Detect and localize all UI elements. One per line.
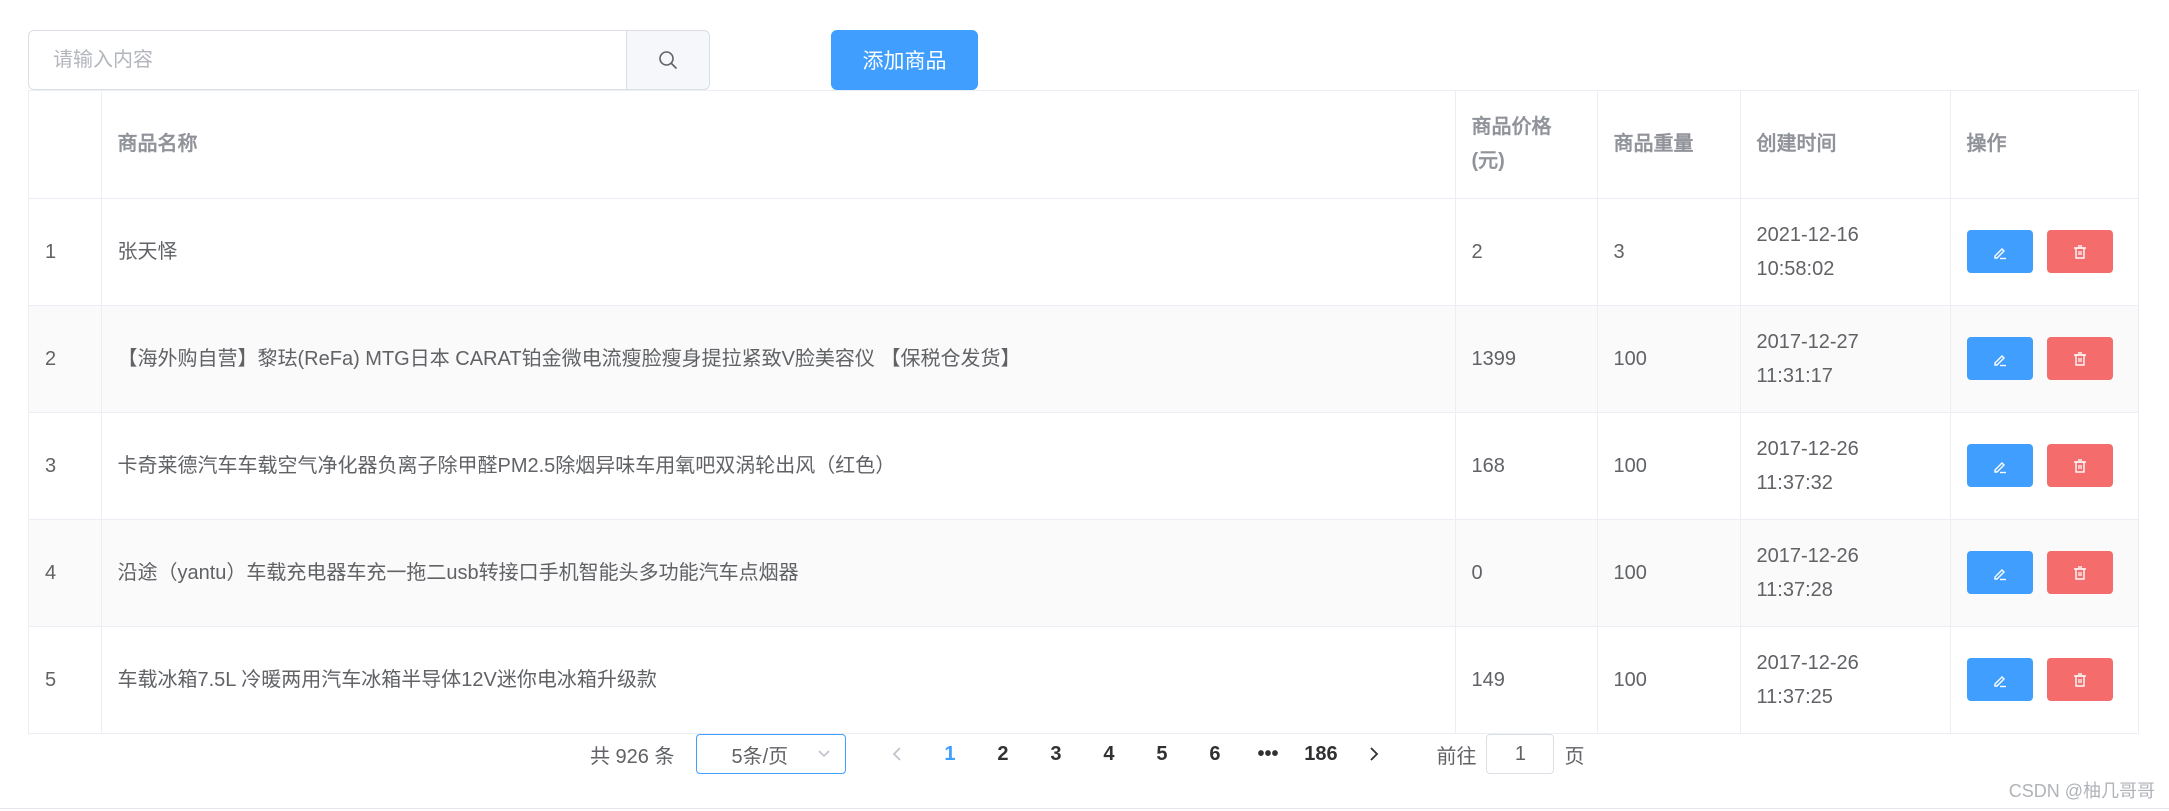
page-last[interactable]: 186 [1294, 734, 1347, 774]
chevron-left-icon [892, 747, 901, 761]
cell-operations [1950, 412, 2138, 520]
cell-operations [1950, 198, 2138, 306]
search-group [28, 30, 710, 90]
cell-weight: 3 [1597, 198, 1741, 306]
cell-created-time: 2017-12-27 11:31:17 [1740, 305, 1951, 413]
page-number[interactable]: 1 [923, 734, 976, 774]
delete-button[interactable] [2046, 658, 2113, 702]
cell-price: 0 [1455, 519, 1598, 627]
cell-index: 4 [29, 519, 102, 627]
trash-icon [2073, 458, 2086, 473]
cell-created-time: 2017-12-26 11:37:32 [1740, 412, 1951, 520]
cell-price: 1399 [1455, 305, 1598, 413]
cell-name: 车载冰箱7.5L 冷暖两用汽车冰箱半导体12V迷你电冰箱升级款 [101, 626, 1456, 733]
header-created-time: 创建时间 [1740, 91, 1951, 199]
pagination-ellipsis[interactable]: ••• [1241, 734, 1294, 774]
next-page-button[interactable] [1347, 734, 1400, 774]
cell-name: 卡奇莱德汽车车载空气净化器负离子除甲醛PM2.5除烟异味车用氧吧双涡轮出风（红色… [101, 412, 1456, 520]
page-number[interactable]: 3 [1029, 734, 1082, 774]
cell-price: 2 [1455, 198, 1598, 306]
page-number[interactable]: 2 [976, 734, 1029, 774]
trash-icon [2073, 565, 2086, 580]
pagination: 共 926 条 5条/页 123456 ••• 186 前往 页 [590, 733, 1584, 775]
pagination-total: 共 926 条 [590, 745, 675, 768]
header-weight: 商品重量 [1597, 91, 1741, 199]
header-price: 商品价格(元) [1455, 91, 1598, 199]
cell-operations [1950, 305, 2138, 413]
bottom-divider [0, 808, 2169, 809]
delete-button[interactable] [2046, 444, 2113, 487]
cell-created-time: 2017-12-26 11:37:25 [1740, 626, 1951, 733]
table-row: 4 沿途（yantu）车载充电器车充一拖二usb转接口手机智能头多功能汽车点烟器 0… [29, 519, 2138, 627]
edit-icon [1993, 675, 2006, 687]
edit-icon [1993, 354, 2006, 366]
delete-button[interactable] [2046, 337, 2113, 380]
header-index [29, 91, 102, 199]
edit-button[interactable] [1966, 658, 2033, 702]
cell-operations [1950, 519, 2138, 627]
edit-button[interactable] [1966, 230, 2033, 273]
edit-button[interactable] [1966, 337, 2033, 380]
header-name: 商品名称 [101, 91, 1456, 199]
product-table: 商品名称 商品价格(元) 商品重量 创建时间 操作 1 张天怿 2 3 2021-12-… [28, 90, 2139, 734]
cell-price: 149 [1455, 626, 1598, 733]
edit-icon [1993, 461, 2006, 473]
page-size-select[interactable]: 5条/页 [696, 734, 847, 774]
trash-icon [2073, 244, 2086, 259]
chevron-right-icon [1370, 747, 1379, 761]
search-input[interactable] [28, 30, 626, 90]
edit-icon [1993, 247, 2006, 259]
trash-icon [2073, 351, 2086, 366]
goto-page-input[interactable] [1486, 734, 1555, 774]
table-row: 5 车载冰箱7.5L 冷暖两用汽车冰箱半导体12V迷你电冰箱升级款 149 100 20… [29, 626, 2138, 733]
cell-operations [1950, 626, 2138, 733]
cell-name: 【海外购自营】黎珐(ReFa) MTG日本 CARAT铂金微电流瘦脸瘦身提拉紧致… [101, 305, 1456, 413]
add-product-button[interactable]: 添加商品 [831, 30, 978, 90]
goto-page: 前往 页 [1436, 734, 1584, 774]
delete-button[interactable] [2046, 551, 2113, 594]
delete-button[interactable] [2046, 230, 2113, 273]
trash-icon [2073, 673, 2086, 687]
cell-weight: 100 [1597, 412, 1741, 520]
edit-button[interactable] [1966, 444, 2033, 487]
edit-button[interactable] [1966, 551, 2033, 594]
search-button[interactable] [626, 30, 710, 90]
table-row: 1 张天怿 2 3 2021-12-16 10:58:02 [29, 198, 2138, 306]
watermark: CSDN @柚几哥哥 [2008, 781, 2155, 801]
page-number[interactable]: 6 [1188, 734, 1241, 774]
cell-index: 2 [29, 305, 102, 413]
search-icon [659, 51, 677, 69]
chevron-down-icon [818, 750, 831, 758]
cell-index: 1 [29, 198, 102, 306]
cell-created-time: 2021-12-16 10:58:02 [1740, 198, 1951, 306]
cell-name: 张天怿 [101, 198, 1456, 306]
table-row: 3 卡奇莱德汽车车载空气净化器负离子除甲醛PM2.5除烟异味车用氧吧双涡轮出风（红… [29, 412, 2138, 520]
cell-index: 3 [29, 412, 102, 520]
page-number[interactable]: 5 [1135, 734, 1188, 774]
table-row: 2 【海外购自营】黎珐(ReFa) MTG日本 CARAT铂金微电流瘦脸瘦身提拉紧… [29, 305, 2138, 413]
goto-label: 前往 [1436, 745, 1477, 768]
cell-weight: 100 [1597, 305, 1741, 413]
header-operations: 操作 [1950, 91, 2138, 199]
edit-icon [1993, 568, 2006, 580]
cell-index: 5 [29, 626, 102, 733]
cell-created-time: 2017-12-26 11:37:28 [1740, 519, 1951, 627]
cell-name: 沿途（yantu）车载充电器车充一拖二usb转接口手机智能头多功能汽车点烟器 [101, 519, 1456, 627]
cell-price: 168 [1455, 412, 1598, 520]
page-size-value: 5条/页 [731, 745, 789, 768]
page-number[interactable]: 4 [1082, 734, 1135, 774]
cell-weight: 100 [1597, 626, 1741, 733]
cell-weight: 100 [1597, 519, 1741, 627]
prev-page-button[interactable] [870, 734, 923, 774]
goto-suffix: 页 [1564, 745, 1585, 768]
table-header-row: 商品名称 商品价格(元) 商品重量 创建时间 操作 [29, 91, 2138, 199]
